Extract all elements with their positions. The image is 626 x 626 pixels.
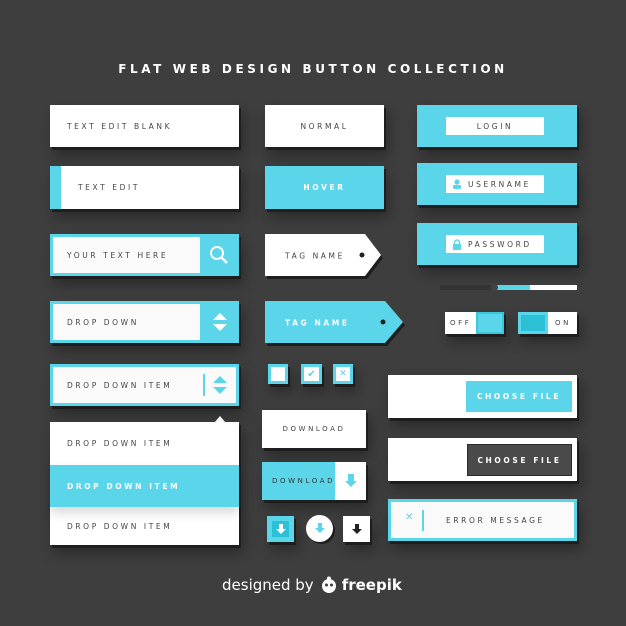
label: DOWNLOAD xyxy=(282,425,346,433)
list-item[interactable]: DROP DOWN ITEM xyxy=(50,422,239,465)
toggle-knob xyxy=(476,312,504,334)
hover-button[interactable]: HOVER xyxy=(265,166,384,209)
label: DROP DOWN xyxy=(67,317,139,327)
label: ON xyxy=(555,319,571,327)
freepik-logo-icon xyxy=(321,576,336,593)
lock-icon xyxy=(453,238,461,250)
checkbox-empty[interactable] xyxy=(268,364,288,384)
toggle-off[interactable]: OFF xyxy=(445,312,504,334)
download-icon xyxy=(335,462,366,500)
slider-handle[interactable] xyxy=(491,284,498,291)
label: TEXT EDIT xyxy=(78,183,140,192)
tag-white[interactable]: TAG NAME xyxy=(265,234,385,278)
download-button[interactable]: DOWNLOAD xyxy=(262,410,366,448)
choose-file-button-dark[interactable]: CHOOSE FILE xyxy=(467,444,572,476)
close-icon[interactable]: ✕ xyxy=(405,512,413,523)
label: USERNAME xyxy=(468,179,531,189)
label: CHOOSE FILE xyxy=(476,392,562,401)
drop-down-list: DROP DOWN ITEM DROP DOWN ITEM DROP DOWN … xyxy=(50,422,239,545)
cross-icon: ✕ xyxy=(339,369,347,379)
download-icon-button-white[interactable] xyxy=(343,516,370,542)
choose-file-button[interactable]: CHOOSE FILE xyxy=(466,381,572,412)
error-message-box: ✕ ERROR MESSAGE xyxy=(388,499,577,541)
label: DROP DOWN ITEM xyxy=(67,439,173,448)
placeholder: YOUR TEXT HERE xyxy=(67,250,169,260)
label: DROP DOWN ITEM xyxy=(67,521,173,531)
username-panel: USERNAME xyxy=(417,163,577,205)
label: TAG NAME xyxy=(284,252,345,261)
check-icon: ✔ xyxy=(307,368,316,380)
label: HOVER xyxy=(303,183,346,192)
download-icon xyxy=(275,523,286,534)
up-down-arrows-icon[interactable] xyxy=(212,311,228,333)
slider-track[interactable] xyxy=(440,284,577,291)
checkbox-crossed[interactable]: ✕ xyxy=(333,364,353,384)
search-input[interactable]: YOUR TEXT HERE xyxy=(53,237,200,273)
download-icon xyxy=(351,523,362,534)
footer-credit: designed by freepik xyxy=(222,575,402,595)
tag-cyan[interactable]: TAG NAME xyxy=(265,301,407,345)
drop-down-item-select[interactable]: DROP DOWN ITEM xyxy=(50,364,239,406)
list-item[interactable]: DROP DOWN ITEM xyxy=(50,507,239,545)
download-icon xyxy=(314,523,325,533)
text-edit-field[interactable]: TEXT EDIT xyxy=(50,166,239,209)
designed-by-text: designed by xyxy=(222,576,314,594)
error-text: ERROR MESSAGE xyxy=(446,516,545,525)
username-input[interactable]: USERNAME xyxy=(446,175,544,193)
download-button-cyan[interactable]: DOWNLOAD xyxy=(262,462,366,500)
file-input: CHOOSE FILE xyxy=(388,375,577,418)
text-edit-blank-field[interactable]: TEXT EDIT BLANK xyxy=(50,105,239,147)
download-icon-button-cyan[interactable] xyxy=(267,516,294,542)
label: CHOOSE FILE xyxy=(477,455,562,465)
label: PASSWORD xyxy=(468,239,532,249)
password-input[interactable]: PASSWORD xyxy=(446,235,544,253)
label: DROP DOWN ITEM xyxy=(67,481,181,491)
search-icon[interactable] xyxy=(208,244,230,266)
up-down-arrows-icon[interactable] xyxy=(212,374,228,396)
label: NORMAL xyxy=(300,121,349,131)
page-title: FLAT WEB DESIGN BUTTON COLLECTION xyxy=(118,62,508,76)
file-input-dark: CHOOSE FILE xyxy=(388,438,577,481)
label: OFF xyxy=(450,319,472,327)
toggle-knob xyxy=(518,312,548,334)
search-field[interactable]: YOUR TEXT HERE xyxy=(50,234,239,276)
download-icon-button-circle[interactable] xyxy=(306,515,333,542)
divider xyxy=(422,510,424,531)
login-button[interactable]: LOGIN xyxy=(446,117,544,135)
list-item-selected[interactable]: DROP DOWN ITEM xyxy=(50,465,239,507)
label: TAG NAME xyxy=(285,319,350,328)
login-panel: LOGIN xyxy=(417,105,577,147)
password-panel: PASSWORD xyxy=(417,223,577,265)
label: TEXT EDIT BLANK xyxy=(67,121,173,131)
normal-button[interactable]: NORMAL xyxy=(265,105,384,147)
label: DOWNLOAD xyxy=(272,477,336,485)
user-icon xyxy=(453,179,461,189)
toggle-on[interactable]: ON xyxy=(518,312,577,334)
divider xyxy=(203,374,205,396)
label: LOGIN xyxy=(476,121,514,131)
freepik-brand: freepik xyxy=(341,576,402,594)
checkbox-checked[interactable]: ✔ xyxy=(301,364,322,384)
label: DROP DOWN ITEM xyxy=(67,380,173,390)
drop-down[interactable]: DROP DOWN xyxy=(50,301,239,343)
